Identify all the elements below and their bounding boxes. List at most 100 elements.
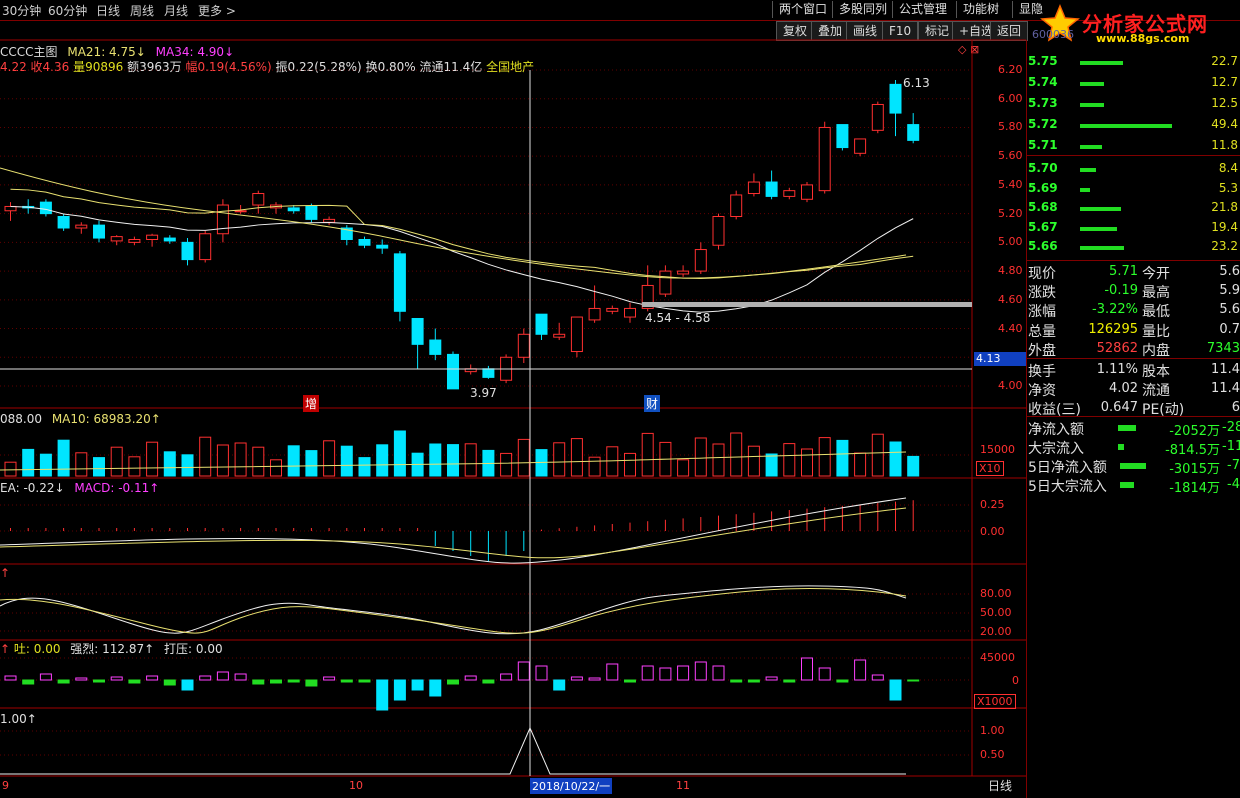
order-volume: 23.2	[1211, 239, 1238, 253]
flow-bar-indicator	[1118, 444, 1124, 450]
stat-value: 126295	[1088, 321, 1138, 337]
sell-level-2[interactable]: 5.73 12.5	[1028, 96, 1240, 115]
order-price: 5.72	[1028, 117, 1058, 131]
candle-body	[871, 103, 884, 131]
flow-bar	[75, 677, 88, 681]
flow-bar	[234, 673, 247, 681]
flow-bar	[659, 667, 672, 681]
stat-value-2: 7343	[1206, 340, 1240, 356]
support-band	[642, 302, 972, 307]
volume-bar	[270, 459, 282, 477]
order-price: 5.74	[1028, 75, 1058, 89]
price-tick: 6.20	[998, 63, 1023, 76]
volume-bar	[783, 443, 796, 477]
flow-bar	[305, 679, 318, 687]
flow-bar	[871, 674, 884, 681]
stat-value-2: 11.4	[1211, 381, 1240, 397]
volume-bar	[110, 446, 123, 477]
order-volume: 22.7	[1211, 54, 1238, 68]
flow-bar	[606, 663, 619, 681]
candle-body	[287, 207, 300, 212]
candle-body	[482, 368, 495, 378]
order-price: 5.75	[1028, 54, 1058, 68]
flow-unit: X1000	[974, 694, 1016, 709]
site-logo: 分析家公式网 www.88gs.com 600036	[1032, 4, 1240, 45]
kline-chart[interactable]	[0, 0, 1026, 798]
flow-bar	[429, 679, 442, 697]
range-marker: 4.54 - 4.58	[645, 311, 711, 325]
order-price: 5.69	[1028, 180, 1058, 195]
flow-bar	[818, 667, 831, 681]
flow-bar	[730, 679, 743, 683]
candle-body	[323, 218, 336, 223]
volume-bar	[340, 445, 353, 477]
flow-qiang: 强烈: 112.87↑	[70, 642, 155, 656]
buy-level-2[interactable]: 5.68 21.8	[1028, 200, 1240, 219]
volume-bar	[447, 444, 459, 477]
buy-level-0[interactable]: 5.70 8.4	[1028, 161, 1240, 180]
flow-bar	[517, 661, 530, 681]
order-price: 5.67	[1028, 219, 1058, 234]
volume-bar	[287, 445, 300, 477]
candle-body	[181, 241, 194, 261]
volume-bar	[907, 455, 920, 477]
order-volume: 12.7	[1211, 75, 1238, 89]
date-tick-9: 9	[2, 779, 9, 792]
price-tick: 5.20	[998, 206, 1023, 220]
crosshair-date-tag: 2018/10/22/一	[530, 778, 613, 794]
candle-body	[110, 236, 123, 242]
flow-bar	[252, 679, 265, 685]
order-volume: 5.3	[1218, 180, 1238, 195]
flow-bar	[783, 679, 796, 683]
buy-level-4[interactable]: 5.66 23.2	[1028, 239, 1240, 258]
volume-bar	[181, 454, 194, 477]
volume-bar	[818, 437, 831, 477]
flow-bar	[39, 673, 52, 681]
price-tick: 5.60	[998, 149, 1023, 163]
flow-bar	[624, 679, 636, 683]
volume-axis-label: 15000	[980, 443, 1015, 456]
candle-body	[429, 339, 442, 355]
volume-bar	[464, 443, 477, 477]
candle-body	[606, 307, 619, 312]
order-volume-bar	[1080, 187, 1091, 192]
order-volume: 11.8	[1211, 138, 1238, 152]
volume-bar	[641, 432, 654, 477]
flow-bar	[464, 675, 477, 681]
flow-value-2: -7	[1227, 458, 1240, 473]
buy-level-1[interactable]: 5.69 5.3	[1028, 180, 1240, 200]
candle-body	[393, 253, 406, 312]
sell-level-0[interactable]: 5.75 22.7	[1028, 54, 1240, 73]
sell-level-3[interactable]: 5.72 49.4	[1028, 117, 1240, 136]
flow-bar	[889, 679, 902, 701]
order-price: 5.70	[1028, 161, 1058, 175]
signal-axis-2: 0.50	[980, 748, 1005, 761]
period-label[interactable]: 日线	[988, 777, 1012, 794]
order-volume: 49.4	[1211, 117, 1238, 131]
sell-level-1[interactable]: 5.74 12.7	[1028, 75, 1240, 94]
stat-value: 0.647	[1100, 400, 1138, 416]
macd-axis-2: 0.00	[980, 525, 1005, 538]
macd-axis-1: 0.25	[980, 498, 1005, 511]
flow-bar	[641, 665, 654, 681]
candle-body	[358, 238, 371, 246]
volume-bar	[216, 444, 229, 477]
order-volume-bar	[1080, 246, 1125, 250]
signal-axis-1: 1.00	[980, 724, 1005, 737]
candle-body	[836, 124, 849, 149]
candle-body	[128, 238, 141, 243]
flow-bar	[677, 665, 690, 681]
kdj-axis-3: 20.00	[980, 625, 1012, 638]
volume-bar	[4, 461, 17, 477]
flow-bar	[128, 679, 141, 684]
stat-label-2: 量比	[1142, 323, 1170, 340]
candle-body	[783, 190, 796, 197]
flow-bar	[588, 677, 601, 681]
price-tick: 4.00	[998, 379, 1023, 392]
buy-level-3[interactable]: 5.67 19.4	[1028, 219, 1240, 239]
candle-body	[163, 237, 176, 242]
flow-bar	[146, 675, 159, 681]
kdj-arrow-icon: ↑	[0, 566, 11, 580]
flow-bar	[570, 676, 583, 681]
flow-bar	[801, 657, 813, 681]
